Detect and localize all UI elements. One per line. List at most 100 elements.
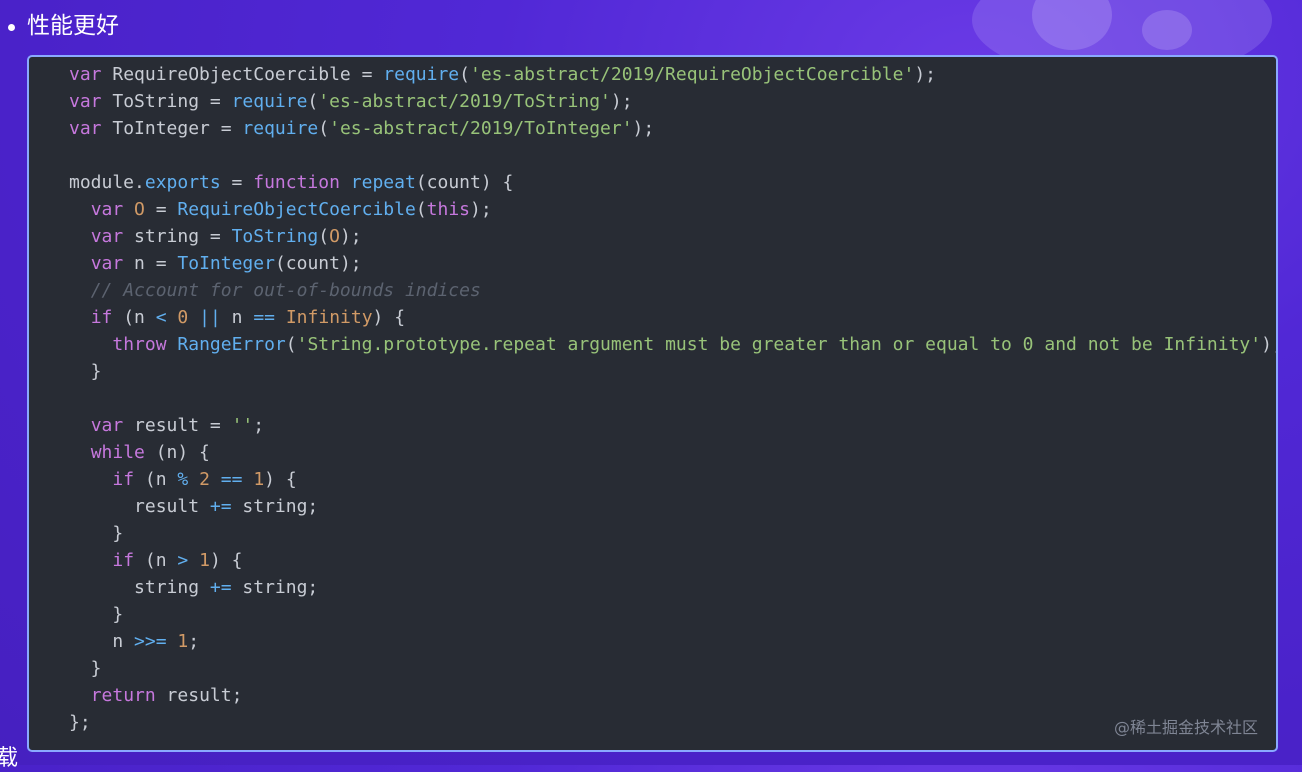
code-token: (: [307, 91, 319, 112]
code-token: this: [426, 199, 471, 220]
code-token: (n: [134, 469, 178, 490]
code-token: var: [69, 64, 102, 85]
code-token: =: [220, 172, 254, 193]
code-token: ) {: [372, 307, 406, 328]
code-token: <: [155, 307, 167, 328]
code-token: O: [134, 199, 145, 220]
code-line: throw RangeError('String.prototype.repea…: [69, 331, 1276, 358]
code-token: var: [69, 91, 102, 112]
code-line: var result = '';: [69, 412, 1276, 439]
code-token: exports: [144, 172, 221, 193]
code-token: require: [383, 64, 460, 85]
code-line: if (n > 1) {: [69, 547, 1276, 574]
code-token: +=: [209, 496, 232, 517]
code-line: result += string;: [69, 493, 1276, 520]
code-token: RequireObjectCoercible =: [101, 64, 384, 85]
code-token: var: [90, 199, 124, 220]
code-token: if: [90, 307, 113, 328]
code-token: );: [1261, 334, 1276, 355]
code-token: (: [318, 226, 330, 247]
code-token: (n: [134, 550, 178, 571]
code-line: var ToString = require('es-abstract/2019…: [69, 88, 1276, 115]
code-token: }: [69, 361, 102, 382]
code-line: // Account for out-of-bounds indices: [69, 277, 1276, 304]
code-token: // Account for out-of-bounds indices: [90, 280, 481, 301]
cut-off-text: 载: [0, 746, 19, 771]
code-token: }: [69, 523, 124, 544]
code-token: );: [339, 226, 362, 247]
code-token: O: [329, 226, 340, 247]
code-token: n: [69, 631, 135, 652]
code-token: n =: [123, 253, 178, 274]
code-token: ) {: [264, 469, 297, 490]
code-token: result =: [123, 415, 232, 436]
code-token: 'es-abstract/2019/ToInteger': [329, 118, 633, 139]
code-token: var: [90, 415, 124, 436]
code-token: );: [632, 118, 655, 139]
code-line: }: [69, 601, 1276, 628]
code-line: var RequireObjectCoercible = require('es…: [69, 61, 1276, 88]
code-token: ) {: [209, 550, 243, 571]
code-token: );: [470, 199, 492, 220]
code-token: string =: [123, 226, 232, 247]
code-line: }: [69, 520, 1276, 547]
code-token: string;: [231, 577, 319, 598]
code-token: while: [90, 442, 145, 463]
code-token: '': [231, 415, 254, 436]
code-token: var: [90, 253, 124, 274]
code-token: var: [69, 118, 102, 139]
code-line: module.exports = function repeat(count) …: [69, 169, 1276, 196]
code-token: }: [69, 658, 102, 679]
code-token: ==: [253, 307, 275, 328]
code-token: ToInteger =: [101, 118, 243, 139]
code-token: string: [69, 577, 210, 598]
code-line: string += string;: [69, 574, 1276, 601]
background-decoration: [1032, 0, 1112, 50]
code-token: 1: [177, 631, 189, 652]
code-token: result: [69, 496, 210, 517]
code-token: return: [90, 685, 156, 706]
code-token: 1: [253, 469, 265, 490]
code-token: +=: [209, 577, 232, 598]
code-token: ==: [220, 469, 243, 490]
code-token: Infinity: [285, 307, 373, 328]
code-token: repeat: [350, 172, 416, 193]
code-token: if: [112, 550, 135, 571]
code-line: return result;: [69, 682, 1276, 709]
code-line: n >>= 1;: [69, 628, 1276, 655]
code-token: (n) {: [144, 442, 210, 463]
watermark: @稀土掘金技术社区: [1113, 718, 1258, 737]
code-line: }: [69, 358, 1276, 385]
code-token: ;: [188, 631, 200, 652]
code-token: );: [610, 91, 633, 112]
code-token: >>=: [134, 631, 167, 652]
code-line: while (n) {: [69, 439, 1276, 466]
code-token: ToString =: [101, 91, 232, 112]
code-token: 'String.prototype.repeat argument must b…: [296, 334, 1262, 355]
code-line: }: [69, 655, 1276, 682]
slide-page: { "heading": "性能更好", "watermark": "@稀土掘金…: [0, 0, 1302, 771]
code-line: if (n % 2 == 1) {: [69, 466, 1276, 493]
code-line: var ToInteger = require('es-abstract/201…: [69, 115, 1276, 142]
code-token: ToInteger: [177, 253, 275, 274]
code-token: (: [459, 64, 470, 85]
code-token: if: [112, 469, 135, 490]
